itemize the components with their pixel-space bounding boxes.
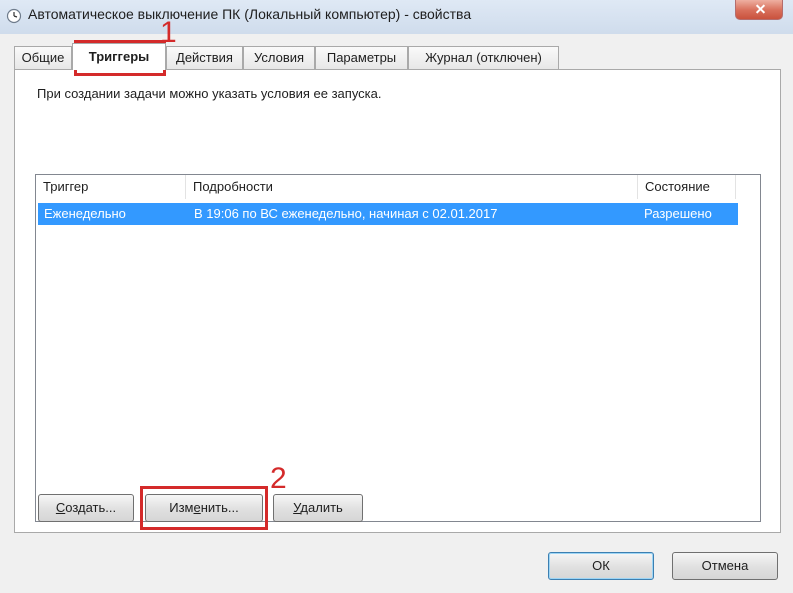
column-header-state[interactable]: Состояние — [638, 175, 736, 199]
close-button[interactable] — [735, 0, 783, 20]
delete-button[interactable]: Удалить — [273, 494, 363, 522]
clock-icon — [6, 8, 22, 24]
title-bar: Автоматическое выключение ПК (Локальный … — [0, 0, 793, 34]
create-label: оздать... — [65, 500, 117, 515]
create-button[interactable]: Создать... — [38, 494, 134, 522]
tab-history[interactable]: Журнал (отключен) — [408, 46, 559, 70]
table-row[interactable]: Еженедельно В 19:06 по ВС еженедельно, н… — [38, 203, 738, 225]
tab-actions[interactable]: Действия — [166, 46, 243, 70]
tab-settings[interactable]: Параметры — [315, 46, 408, 70]
triggers-panel: При создании задачи можно указать услови… — [14, 69, 781, 533]
trigger-cell: Еженедельно — [44, 206, 126, 221]
tab-triggers[interactable]: Триггеры — [72, 43, 166, 70]
tab-conditions[interactable]: Условия — [243, 46, 315, 70]
delete-label: далить — [300, 500, 343, 515]
column-header-trigger[interactable]: Триггер — [36, 175, 186, 199]
list-header: Триггер Подробности Состояние — [36, 175, 760, 199]
triggers-list[interactable]: Триггер Подробности Состояние Еженедельн… — [35, 174, 761, 522]
create-accelerator: С — [55, 500, 66, 515]
dialog-client-area: Общие Триггеры Действия Условия Параметр… — [0, 18, 793, 593]
state-cell: Разрешено — [644, 206, 712, 221]
window-title: Автоматическое выключение ПК (Локальный … — [28, 6, 472, 22]
annotation-box-edit-button — [140, 486, 268, 530]
details-cell: В 19:06 по ВС еженедельно, начиная с 02.… — [194, 206, 498, 221]
column-header-details[interactable]: Подробности — [186, 175, 638, 199]
ok-button[interactable]: ОК — [548, 552, 654, 580]
tab-general[interactable]: Общие — [14, 46, 72, 70]
cancel-button[interactable]: Отмена — [672, 552, 778, 580]
annotation-number-2: 2 — [270, 462, 287, 495]
panel-description: При создании задачи можно указать услови… — [37, 86, 382, 101]
